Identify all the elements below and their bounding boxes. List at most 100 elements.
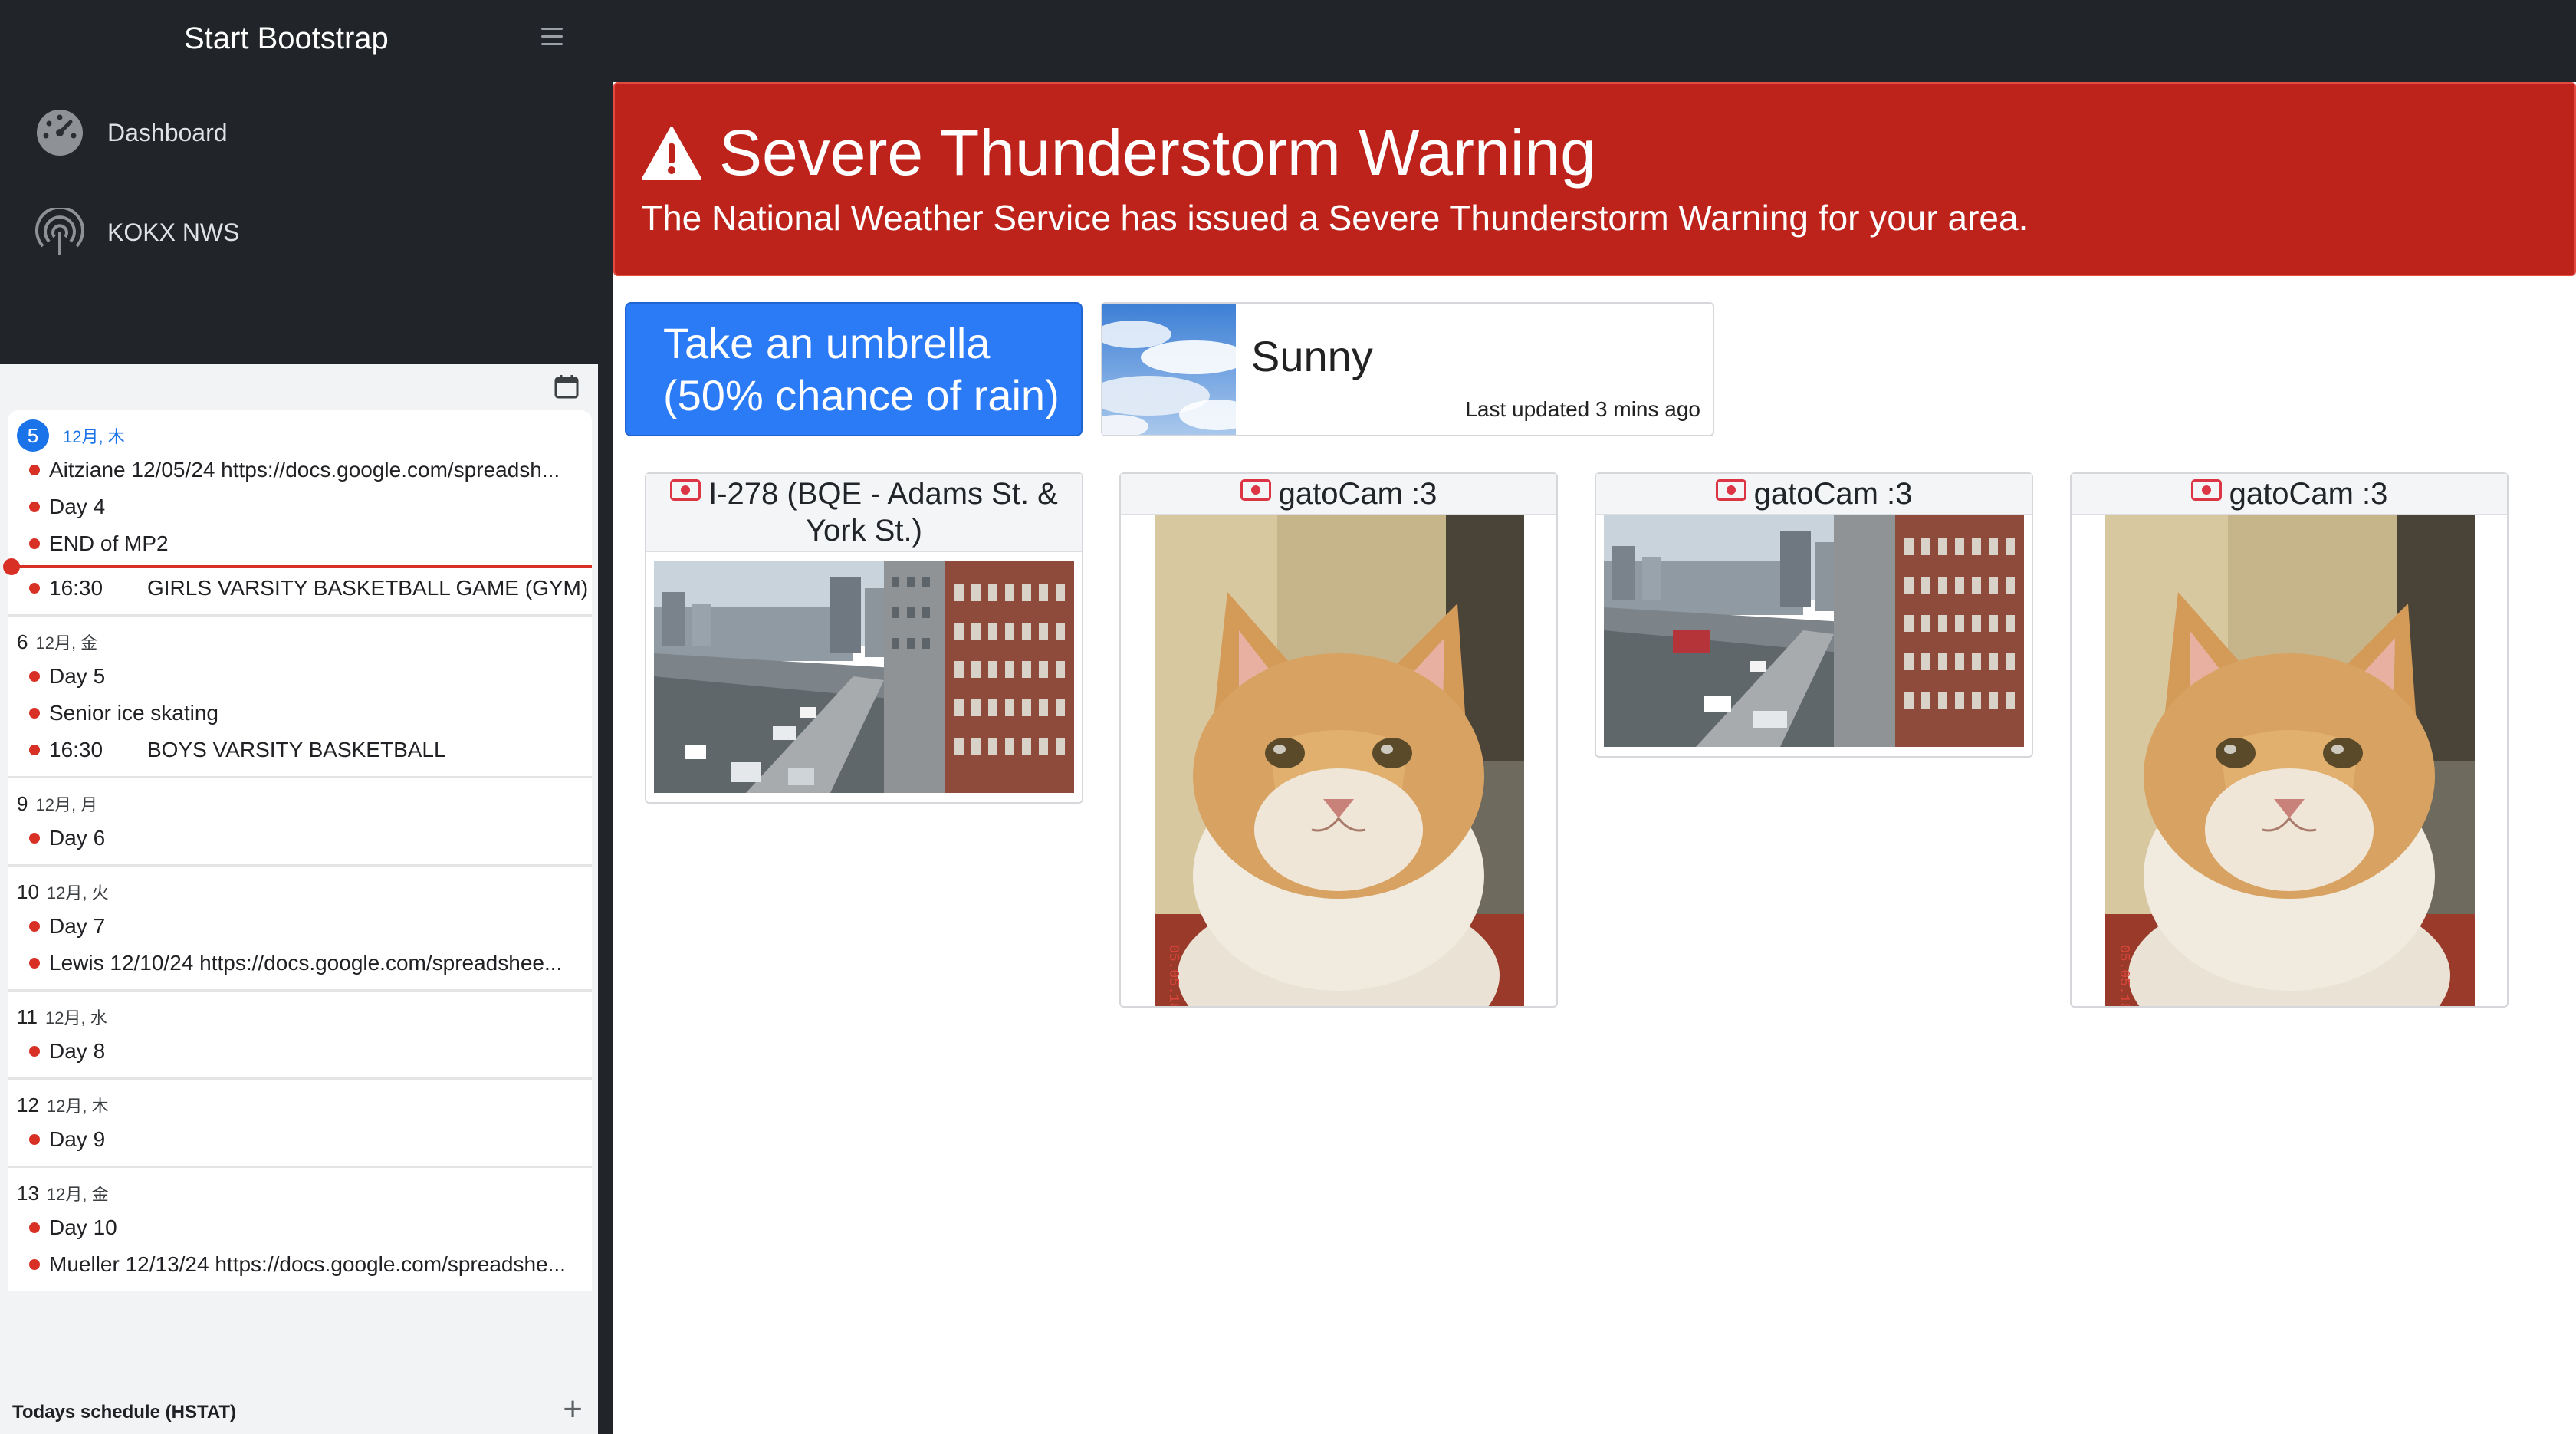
event-title: Day 9	[49, 1127, 106, 1151]
camera-title: I-278 (BQE - Adams St. & York St.)	[708, 477, 1058, 548]
sidebar-item-dashboard[interactable]: Dashboard	[35, 108, 228, 157]
event-dot	[29, 538, 40, 549]
camera-card: gatoCam :3	[1595, 472, 2033, 758]
speedometer-icon	[37, 110, 83, 156]
agenda-day: 10 12月, 火 Day 7 Lewis 12/10/24 https://d…	[8, 867, 592, 992]
day-number[interactable]: 5	[17, 419, 49, 452]
camera-title: gatoCam :3	[1278, 477, 1438, 511]
agenda-event[interactable]: Day 9	[17, 1121, 592, 1158]
weather-condition: Sunny	[1251, 332, 1373, 380]
agenda-day: 5 12月, 木 Aitziane 12/05/24 https://docs.…	[3, 410, 592, 617]
event-title: Day 10	[49, 1215, 117, 1239]
sidebar-item-label: Dashboard	[107, 118, 228, 146]
advice-line: Take an umbrella	[663, 319, 991, 367]
agenda-event[interactable]: Day 6	[17, 820, 592, 857]
event-title: BOYS VARSITY BASKETBALL	[147, 738, 446, 761]
day-date: 12月, 木	[63, 427, 125, 446]
event-title: Day 8	[49, 1039, 106, 1063]
day-number[interactable]: 9	[17, 792, 28, 816]
event-title: Lewis 12/10/24 https://docs.google.com/s…	[49, 951, 563, 975]
day-date: 12月, 火	[46, 883, 109, 903]
event-dot	[29, 465, 40, 475]
sidebar-toggle-button[interactable]	[541, 28, 563, 51]
camera-feed[interactable]: 05.05.18.00.18.55	[2072, 515, 2507, 1006]
day-date: 12月, 木	[46, 1097, 109, 1116]
camera-card: gatoCam :3 05.05.18.00.18.55	[1119, 472, 1558, 1008]
camera-card: gatoCam :3 05.05.18.00.18.55	[2070, 472, 2509, 1008]
agenda-event[interactable]: Lewis 12/10/24 https://docs.google.com/s…	[17, 945, 592, 982]
agenda-day: 6 12月, 金 Day 5 Senior ice skating 16:30 B…	[8, 617, 592, 778]
camera-record-icon	[1240, 479, 1271, 501]
navbar-brand[interactable]: Start Bootstrap	[184, 21, 389, 56]
traffic-camera-image	[654, 561, 1074, 793]
alert-message: The National Weather Service has issued …	[641, 198, 2029, 238]
cat-camera-image: 05.05.18.00.18.55	[2105, 515, 2475, 1006]
agenda-event[interactable]: END of MP2	[17, 525, 592, 562]
agenda-event[interactable]: Day 7	[17, 908, 592, 945]
alert-heading: Severe Thunderstorm Warning	[641, 116, 1596, 190]
event-dot	[29, 921, 40, 932]
camera-header: I-278 (BQE - Adams St. & York St.)	[646, 474, 1082, 552]
camera-header: gatoCam :3	[2072, 474, 2507, 515]
day-number[interactable]: 12	[17, 1094, 39, 1117]
advice-detail: (50% chance of rain)	[663, 371, 1060, 419]
camera-header: gatoCam :3	[1121, 474, 1556, 515]
camera-feed[interactable]: 05.05.18.00.18.55	[1121, 515, 1556, 1006]
camera-header: gatoCam :3	[1596, 474, 2032, 515]
agenda-list: 5 12月, 木 Aitziane 12/05/24 https://docs.…	[3, 410, 592, 1291]
event-dot	[29, 1046, 40, 1057]
traffic-camera-image	[1604, 515, 2024, 747]
event-dot	[29, 1222, 40, 1233]
event-dot	[29, 708, 40, 719]
event-title: END of MP2	[49, 531, 169, 555]
day-date: 12月, 金	[46, 1185, 109, 1204]
camera-feed[interactable]	[1596, 515, 2032, 756]
agenda-day: 9 12月, 月 Day 6	[8, 778, 592, 867]
day-number[interactable]: 6	[17, 630, 28, 654]
camera-record-icon	[1715, 479, 1746, 501]
event-title: Aitziane 12/05/24 https://docs.google.co…	[49, 458, 560, 482]
calendar-icon[interactable]	[554, 373, 580, 400]
agenda-event[interactable]: 16:30 GIRLS VARSITY BASKETBALL GAME (GYM)	[17, 570, 592, 607]
agenda-event[interactable]: Mueller 12/13/24 https://docs.google.com…	[17, 1246, 592, 1283]
event-time: 16:30	[49, 738, 104, 761]
calendar-widget: 5 12月, 木 Aitziane 12/05/24 https://docs.…	[0, 364, 598, 1434]
day-number[interactable]: 11	[17, 1005, 38, 1029]
day-number[interactable]: 13	[17, 1182, 39, 1205]
sidebar-item-label: KOKX NWS	[107, 218, 240, 246]
agenda-event[interactable]: 16:30 BOYS VARSITY BASKETBALL	[17, 732, 592, 768]
calendar-toolbar	[0, 364, 598, 410]
agenda-event[interactable]: Day 8	[17, 1033, 592, 1070]
agenda-event[interactable]: Day 10	[17, 1209, 592, 1246]
event-title: Senior ice skating	[49, 701, 219, 725]
event-dot	[29, 671, 40, 682]
agenda-day: 12 12月, 木 Day 9	[8, 1080, 592, 1168]
event-title: Mueller 12/13/24 https://docs.google.com…	[49, 1252, 566, 1276]
event-dot	[29, 833, 40, 844]
hamburger-line	[541, 35, 563, 38]
weather-card: Sunny Last updated 3 mins ago	[1101, 302, 1714, 436]
event-title: Day 4	[49, 495, 106, 518]
agenda-event[interactable]: Aitziane 12/05/24 https://docs.google.co…	[17, 452, 592, 488]
camera-title: gatoCam :3	[2229, 477, 2388, 511]
agenda-event[interactable]: Day 4	[17, 488, 592, 525]
sidebar-item-kokx-nws[interactable]: KOKX NWS	[35, 208, 239, 257]
event-dot	[29, 502, 40, 512]
last-updated-text: Last updated 3 mins ago	[1465, 397, 1700, 421]
event-dot	[29, 583, 40, 594]
weather-alert-banner: Severe Thunderstorm Warning The National…	[613, 82, 2576, 276]
agenda-event[interactable]: Senior ice skating	[17, 695, 592, 732]
agenda-event[interactable]: Day 5	[17, 658, 592, 695]
camera-card: I-278 (BQE - Adams St. & York St.)	[645, 472, 1083, 804]
calendar-title[interactable]: Todays schedule (HSTAT)	[12, 1402, 236, 1423]
event-time: 16:30	[49, 576, 104, 600]
event-title: Day 5	[49, 664, 106, 688]
add-calendar-icon[interactable]: +	[563, 1393, 583, 1426]
top-navbar: Start Bootstrap	[0, 0, 2576, 82]
day-date: 12月, 月	[35, 795, 98, 814]
day-number[interactable]: 10	[17, 880, 39, 904]
camera-feed[interactable]	[646, 552, 1082, 802]
sky-image	[1102, 304, 1236, 435]
current-time-indicator	[3, 558, 592, 575]
camera-record-icon	[2190, 479, 2222, 501]
